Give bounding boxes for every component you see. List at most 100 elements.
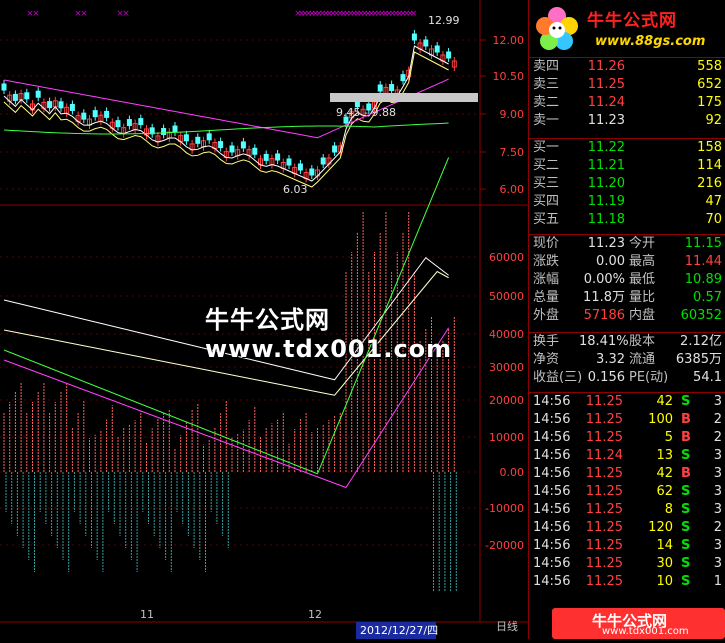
candle-body xyxy=(104,110,110,118)
asks-row[interactable]: 卖一 11.23 92 xyxy=(529,112,725,130)
candle-body xyxy=(377,84,383,92)
ask-book: 卖四 11.26 558 卖三 11.25 652 卖二 11.24 175 卖一 11.23 92 xyxy=(529,57,725,130)
bids-label: 买三 xyxy=(533,176,560,191)
trade-side: S xyxy=(681,538,691,553)
trade-count: 3 xyxy=(713,556,722,571)
quote-value-2: 11.44 xyxy=(684,254,722,269)
quote-value-2: 10.89 xyxy=(684,272,722,287)
asks-volume: 175 xyxy=(697,95,722,110)
volume-tick-label: 60000 xyxy=(489,251,524,264)
bids-row[interactable]: 买四 11.19 47 xyxy=(529,193,725,211)
trade-row[interactable]: 14:56 11.25 62 S 3 xyxy=(529,483,725,501)
trade-row[interactable]: 14:56 11.25 8 S 3 xyxy=(529,501,725,519)
candle-body xyxy=(126,119,132,127)
candle-body xyxy=(161,127,167,135)
quote-label-2: 最低 xyxy=(629,272,656,287)
trade-price: 11.25 xyxy=(585,556,623,571)
month-label-12: 12 xyxy=(308,608,322,621)
candle-body xyxy=(24,92,30,100)
trade-time: 14:56 xyxy=(533,502,571,517)
quote-label-2: 今开 xyxy=(629,236,656,251)
trade-side: B xyxy=(681,430,691,445)
candle-body xyxy=(434,45,440,53)
quote-label-2: 量比 xyxy=(629,290,656,305)
trade-row[interactable]: 14:56 11.25 30 S 3 xyxy=(529,555,725,573)
trade-side: B xyxy=(681,466,691,481)
fundamentals-label-1: 换手 xyxy=(533,334,560,349)
volume-tick-label: 10000 xyxy=(489,431,524,444)
asks-price: 11.24 xyxy=(587,95,625,110)
low-annotation: 6.03 xyxy=(283,183,308,196)
trade-time: 14:56 xyxy=(533,466,571,481)
trade-price: 11.25 xyxy=(585,412,623,427)
asks-row[interactable]: 卖二 11.24 175 xyxy=(529,94,725,112)
gap-band xyxy=(330,93,478,102)
quote-row: 外盘 57186 内盘 60352 xyxy=(529,307,725,325)
bids-row[interactable]: 买三 11.20 216 xyxy=(529,175,725,193)
bids-row[interactable]: 买一 11.22 158 xyxy=(529,139,725,157)
candle-body xyxy=(35,90,41,98)
asks-label: 卖二 xyxy=(533,95,560,110)
price-tick-label: 6.00 xyxy=(500,183,525,196)
watermark: 牛牛公式网 www.tdx001.com xyxy=(205,306,453,363)
fundamentals-value-2: 6385万 xyxy=(675,352,722,367)
trade-side: S xyxy=(681,484,691,499)
ma-line-yellow xyxy=(3,51,449,188)
asks-label: 卖三 xyxy=(533,77,560,92)
asks-label: 卖四 xyxy=(533,59,560,74)
candle-body xyxy=(400,74,406,82)
chart-area[interactable]: 12.00 10.50 9.00 7.50 6.00 60000 50000 40000 300… xyxy=(0,0,528,639)
trade-row[interactable]: 14:56 11.25 42 S 3 xyxy=(529,393,725,411)
bid-book: 买一 11.22 158 买二 11.21 114 买三 11.20 216 买四 11.19 47 买… xyxy=(529,138,725,229)
signal-marker: × xyxy=(410,9,418,19)
trade-time: 14:56 xyxy=(533,520,571,535)
quote-value-1: 0.00 xyxy=(596,254,625,269)
trade-row[interactable]: 14:56 11.25 10 S 1 xyxy=(529,573,725,591)
quote-label-2: 最高 xyxy=(629,254,656,269)
candle-body xyxy=(229,145,235,153)
fundamentals-value-2: 54.1 xyxy=(693,370,722,385)
candle-body xyxy=(195,136,201,144)
fundamentals-label-2: 股本 xyxy=(629,334,656,349)
trade-volume: 42 xyxy=(656,466,673,481)
candle-body xyxy=(411,33,417,41)
quote-value-2: 0.57 xyxy=(693,290,722,305)
fundamentals-label-1: 净资 xyxy=(533,352,560,367)
candle-body xyxy=(389,84,395,92)
bids-row[interactable]: 买二 11.21 114 xyxy=(529,157,725,175)
trade-row[interactable]: 14:56 11.25 5 B 2 xyxy=(529,429,725,447)
asks-volume: 558 xyxy=(697,59,722,74)
price-tick-label: 7.50 xyxy=(500,146,525,159)
trade-count: 3 xyxy=(713,448,722,463)
asks-row[interactable]: 卖三 11.25 652 xyxy=(529,76,725,94)
trade-time: 14:56 xyxy=(533,412,571,427)
trade-time: 14:56 xyxy=(533,430,571,445)
trade-row[interactable]: 14:56 11.25 100 B 2 xyxy=(529,411,725,429)
bids-volume: 114 xyxy=(697,158,722,173)
bids-row[interactable]: 买五 11.18 70 xyxy=(529,211,725,229)
trade-row[interactable]: 14:56 11.25 120 S 2 xyxy=(529,519,725,537)
trade-row[interactable]: 14:56 11.25 14 S 3 xyxy=(529,537,725,555)
trade-count: 2 xyxy=(713,520,722,535)
trade-row[interactable]: 14:56 11.25 42 B 3 xyxy=(529,465,725,483)
trade-price: 11.25 xyxy=(585,520,623,535)
asks-row[interactable]: 卖四 11.26 558 xyxy=(529,58,725,76)
signal-marker: × xyxy=(122,9,130,19)
trade-row[interactable]: 14:56 11.24 13 S 3 xyxy=(529,447,725,465)
bids-price: 11.18 xyxy=(587,212,625,227)
quote-label-1: 外盘 xyxy=(533,308,560,323)
fundamentals-value-1: 3.32 xyxy=(596,352,625,367)
gap-annotation: 9.45 - 9.88 xyxy=(336,106,396,119)
trade-count: 2 xyxy=(713,430,722,445)
tick-trades[interactable]: 14:56 11.25 42 S 3 14:56 11.25 100 B 2 14:56 11.25 5… xyxy=(529,392,725,591)
logo-title: 牛牛公式网 xyxy=(587,11,677,31)
quote-label-1: 涨跌 xyxy=(533,254,560,269)
asks-price: 11.26 xyxy=(587,59,625,74)
bids-volume: 70 xyxy=(705,212,722,227)
price-tick-label: 9.00 xyxy=(500,108,525,121)
candle-body xyxy=(115,120,121,128)
price-tick-label: 12.00 xyxy=(493,34,525,47)
site-badge: 牛牛公式网 www.tdx001.com xyxy=(552,608,725,639)
trade-price: 11.25 xyxy=(585,430,623,445)
bids-label: 买二 xyxy=(533,158,560,173)
